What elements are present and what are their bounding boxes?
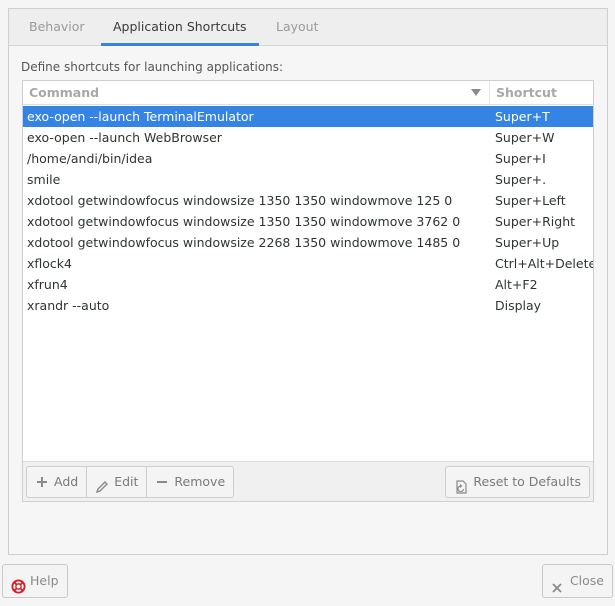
shortcut-cell: Display: [495, 298, 542, 313]
settings-notebook: Behavior Application Shortcuts Layout De…: [8, 8, 608, 555]
table-body: exo-open --launch TerminalEmulator Super…: [23, 106, 593, 316]
help-button[interactable]: Help: [2, 564, 68, 598]
shortcuts-description: Define shortcuts for launching applicati…: [21, 60, 284, 74]
shortcut-cell: Ctrl+Alt+Delete: [495, 256, 593, 271]
column-header-shortcut[interactable]: Shortcut: [490, 81, 595, 105]
command-cell: /home/andi/bin/idea: [27, 151, 153, 166]
shortcuts-table[interactable]: Command Shortcut exo-open --launch Termi…: [22, 80, 594, 502]
tab-bar: Behavior Application Shortcuts Layout: [9, 9, 607, 46]
close-button-label: Close: [569, 573, 604, 588]
tab-layout[interactable]: Layout: [264, 9, 331, 46]
command-cell: exo-open --launch TerminalEmulator: [27, 109, 254, 124]
table-row[interactable]: smile Super+.: [23, 169, 593, 190]
reset-button-label: Reset to Defaults: [473, 474, 581, 489]
shortcut-cell: Super+.: [495, 172, 547, 187]
tab-application-shortcuts[interactable]: Application Shortcuts: [101, 9, 259, 46]
table-row[interactable]: /home/andi/bin/idea Super+I: [23, 148, 593, 169]
close-button[interactable]: Close: [541, 564, 613, 598]
table-header: Command Shortcut: [23, 81, 593, 105]
edit-button-label: Edit: [114, 474, 139, 489]
shortcut-cell: Super+I: [495, 151, 546, 166]
table-row[interactable]: exo-open --launch WebBrowser Super+W: [23, 127, 593, 148]
remove-button[interactable]: Remove: [146, 466, 235, 498]
table-row[interactable]: xrandr --auto Display: [23, 295, 593, 316]
command-cell: smile: [27, 172, 61, 187]
pencil-icon: [95, 475, 109, 494]
minus-icon: [155, 475, 169, 489]
command-cell: xrandr --auto: [27, 298, 110, 313]
sort-descending-arrow-icon[interactable]: [471, 89, 481, 96]
help-button-label: Help: [30, 573, 59, 588]
shortcut-cell: Alt+F2: [495, 277, 538, 292]
shortcut-cell: Super+Right: [495, 214, 576, 229]
table-row[interactable]: exo-open --launch TerminalEmulator Super…: [23, 106, 593, 127]
close-x-icon: [551, 574, 565, 593]
table-row[interactable]: xdotool getwindowfocus windowsize 1350 1…: [23, 190, 593, 211]
edit-button-group: Add Edit Remove: [26, 466, 235, 498]
reset-to-defaults-button[interactable]: Reset to Defaults: [445, 466, 590, 498]
table-row[interactable]: xfrun4 Alt+F2: [23, 274, 593, 295]
table-row[interactable]: xdotool getwindowfocus windowsize 1350 1…: [23, 211, 593, 232]
lifebuoy-icon: [11, 574, 26, 594]
edit-button[interactable]: Edit: [86, 466, 148, 498]
table-row[interactable]: xdotool getwindowfocus windowsize 2268 1…: [23, 232, 593, 253]
shortcut-cell: Super+Up: [495, 235, 560, 250]
shortcut-cell: Super+T: [495, 109, 550, 124]
add-button-label: Add: [54, 474, 79, 489]
command-cell: xdotool getwindowfocus windowsize 1350 1…: [27, 214, 461, 229]
remove-button-label: Remove: [174, 474, 226, 489]
command-cell: xfrun4: [27, 277, 68, 292]
shortcut-cell: Super+W: [495, 130, 555, 145]
revert-document-icon: [454, 475, 468, 494]
command-cell: exo-open --launch WebBrowser: [27, 130, 222, 145]
plus-icon: [35, 475, 49, 489]
column-command-label: Command: [29, 85, 100, 100]
shortcut-cell: Super+Left: [495, 193, 566, 208]
command-cell: xdotool getwindowfocus windowsize 1350 1…: [27, 193, 453, 208]
command-cell: xflock4: [27, 256, 72, 271]
column-header-command[interactable]: Command: [23, 81, 490, 105]
table-row[interactable]: xflock4 Ctrl+Alt+Delete: [23, 253, 593, 274]
add-button[interactable]: Add: [26, 466, 88, 498]
command-cell: xdotool getwindowfocus windowsize 2268 1…: [27, 235, 461, 250]
application-shortcuts-page: Define shortcuts for launching applicati…: [9, 46, 607, 554]
tab-behavior[interactable]: Behavior: [17, 9, 97, 46]
table-toolbar: Add Edit Remove Reset to Defaults: [23, 461, 593, 501]
column-shortcut-label: Shortcut: [496, 85, 557, 100]
